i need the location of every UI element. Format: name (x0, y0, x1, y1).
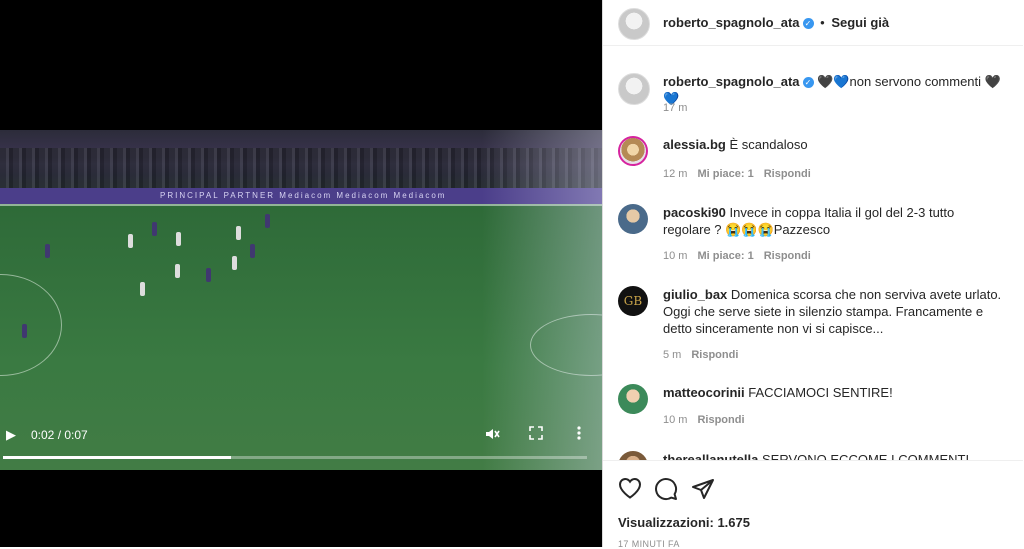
author-avatar[interactable] (618, 8, 650, 40)
share-icon[interactable] (691, 477, 715, 506)
comment-text: SERVONO ECCOME I COMMENTI (762, 452, 970, 460)
player (206, 268, 211, 282)
reply-button[interactable]: Rispondi (697, 414, 744, 426)
mute-button[interactable] (484, 426, 500, 445)
comment-time: 10 m (663, 250, 688, 262)
comment-time: 10 m (663, 414, 688, 426)
video-stage: PRINCIPAL PARTNER Mediacom Mediacom Medi… (0, 0, 602, 547)
player (265, 214, 270, 228)
follow-status-button[interactable]: Segui già (831, 15, 889, 30)
commenter-avatar[interactable] (618, 384, 648, 414)
caption-text: non servono commenti (849, 74, 982, 89)
player (175, 264, 180, 278)
comment-time: 5 m (663, 349, 682, 361)
more-options-button[interactable] (576, 425, 582, 444)
verified-icon: ✓ (802, 18, 814, 30)
player (232, 256, 237, 270)
header-separator: • (820, 15, 825, 30)
screen-glare (482, 130, 602, 470)
comments-list: roberto_spagnolo_ata ✓ 🖤💙non servono comm… (603, 46, 1023, 460)
author-username[interactable]: roberto_spagnolo_ata (663, 15, 800, 30)
reply-button[interactable]: Rispondi (764, 168, 811, 180)
caption-emojis-start: 🖤💙 (817, 74, 850, 89)
post-actions: Visualizzazioni: 1.675 17 MINUTI FA (603, 460, 1023, 549)
play-button[interactable]: ▶ (6, 427, 16, 443)
comment-username[interactable]: giulio_bax (663, 287, 727, 302)
comment-username[interactable]: alessia.bg (663, 137, 726, 152)
commenter-avatar[interactable] (618, 204, 648, 234)
post-header: roberto_spagnolo_ata ✓ • Segui già (603, 0, 1023, 46)
video-progress-fill (3, 456, 231, 459)
caption-username[interactable]: roberto_spagnolo_ata (663, 74, 800, 89)
commenter-avatar[interactable]: GB (618, 286, 648, 316)
player (22, 324, 27, 338)
verified-icon: ✓ (802, 77, 814, 89)
comment-username[interactable]: matteocorinii (663, 385, 745, 400)
comment-text: FACCIAMOCI SENTIRE! (748, 385, 893, 400)
post-date: 17 MINUTI FA (618, 539, 680, 549)
center-circle (0, 274, 62, 376)
more-vertical-icon (577, 426, 581, 440)
reply-button[interactable]: Rispondi (764, 250, 811, 262)
muted-speaker-icon (486, 429, 500, 439)
reply-button[interactable]: Rispondi (691, 349, 738, 361)
player (45, 244, 50, 258)
player (250, 244, 255, 258)
fullscreen-icon (529, 426, 543, 440)
comment-icon[interactable] (654, 477, 678, 506)
commenter-avatar[interactable] (618, 136, 648, 166)
author-avatar[interactable] (618, 73, 650, 105)
video-time: 0:02 / 0:07 (31, 428, 88, 442)
video-progress-bar[interactable] (3, 456, 587, 459)
comment-likes[interactable]: Mi piace: 1 (697, 250, 753, 262)
player (128, 234, 133, 248)
comment-username[interactable]: pacoski90 (663, 205, 726, 220)
comment-time: 12 m (663, 168, 688, 180)
video-frame[interactable]: PRINCIPAL PARTNER Mediacom Mediacom Medi… (0, 130, 602, 470)
comment-likes[interactable]: Mi piace: 1 (697, 168, 753, 180)
video-controls: ▶ 0:02 / 0:07 (0, 420, 602, 470)
caption-time: 17 m (663, 102, 688, 114)
player (140, 282, 145, 296)
comment-username[interactable]: thereallanutella (663, 452, 758, 460)
post-panel: roberto_spagnolo_ata ✓ • Segui già robert… (602, 0, 1024, 549)
player (236, 226, 241, 240)
commenter-avatar[interactable] (618, 451, 648, 460)
comment-text: È scandaloso (729, 137, 808, 152)
player (176, 232, 181, 246)
banner-text: PRINCIPAL PARTNER Mediacom Mediacom Medi… (160, 191, 447, 200)
fullscreen-button[interactable] (529, 426, 543, 443)
heart-icon[interactable] (618, 477, 642, 504)
player (152, 222, 157, 236)
views-count: Visualizzazioni: 1.675 (618, 515, 750, 530)
